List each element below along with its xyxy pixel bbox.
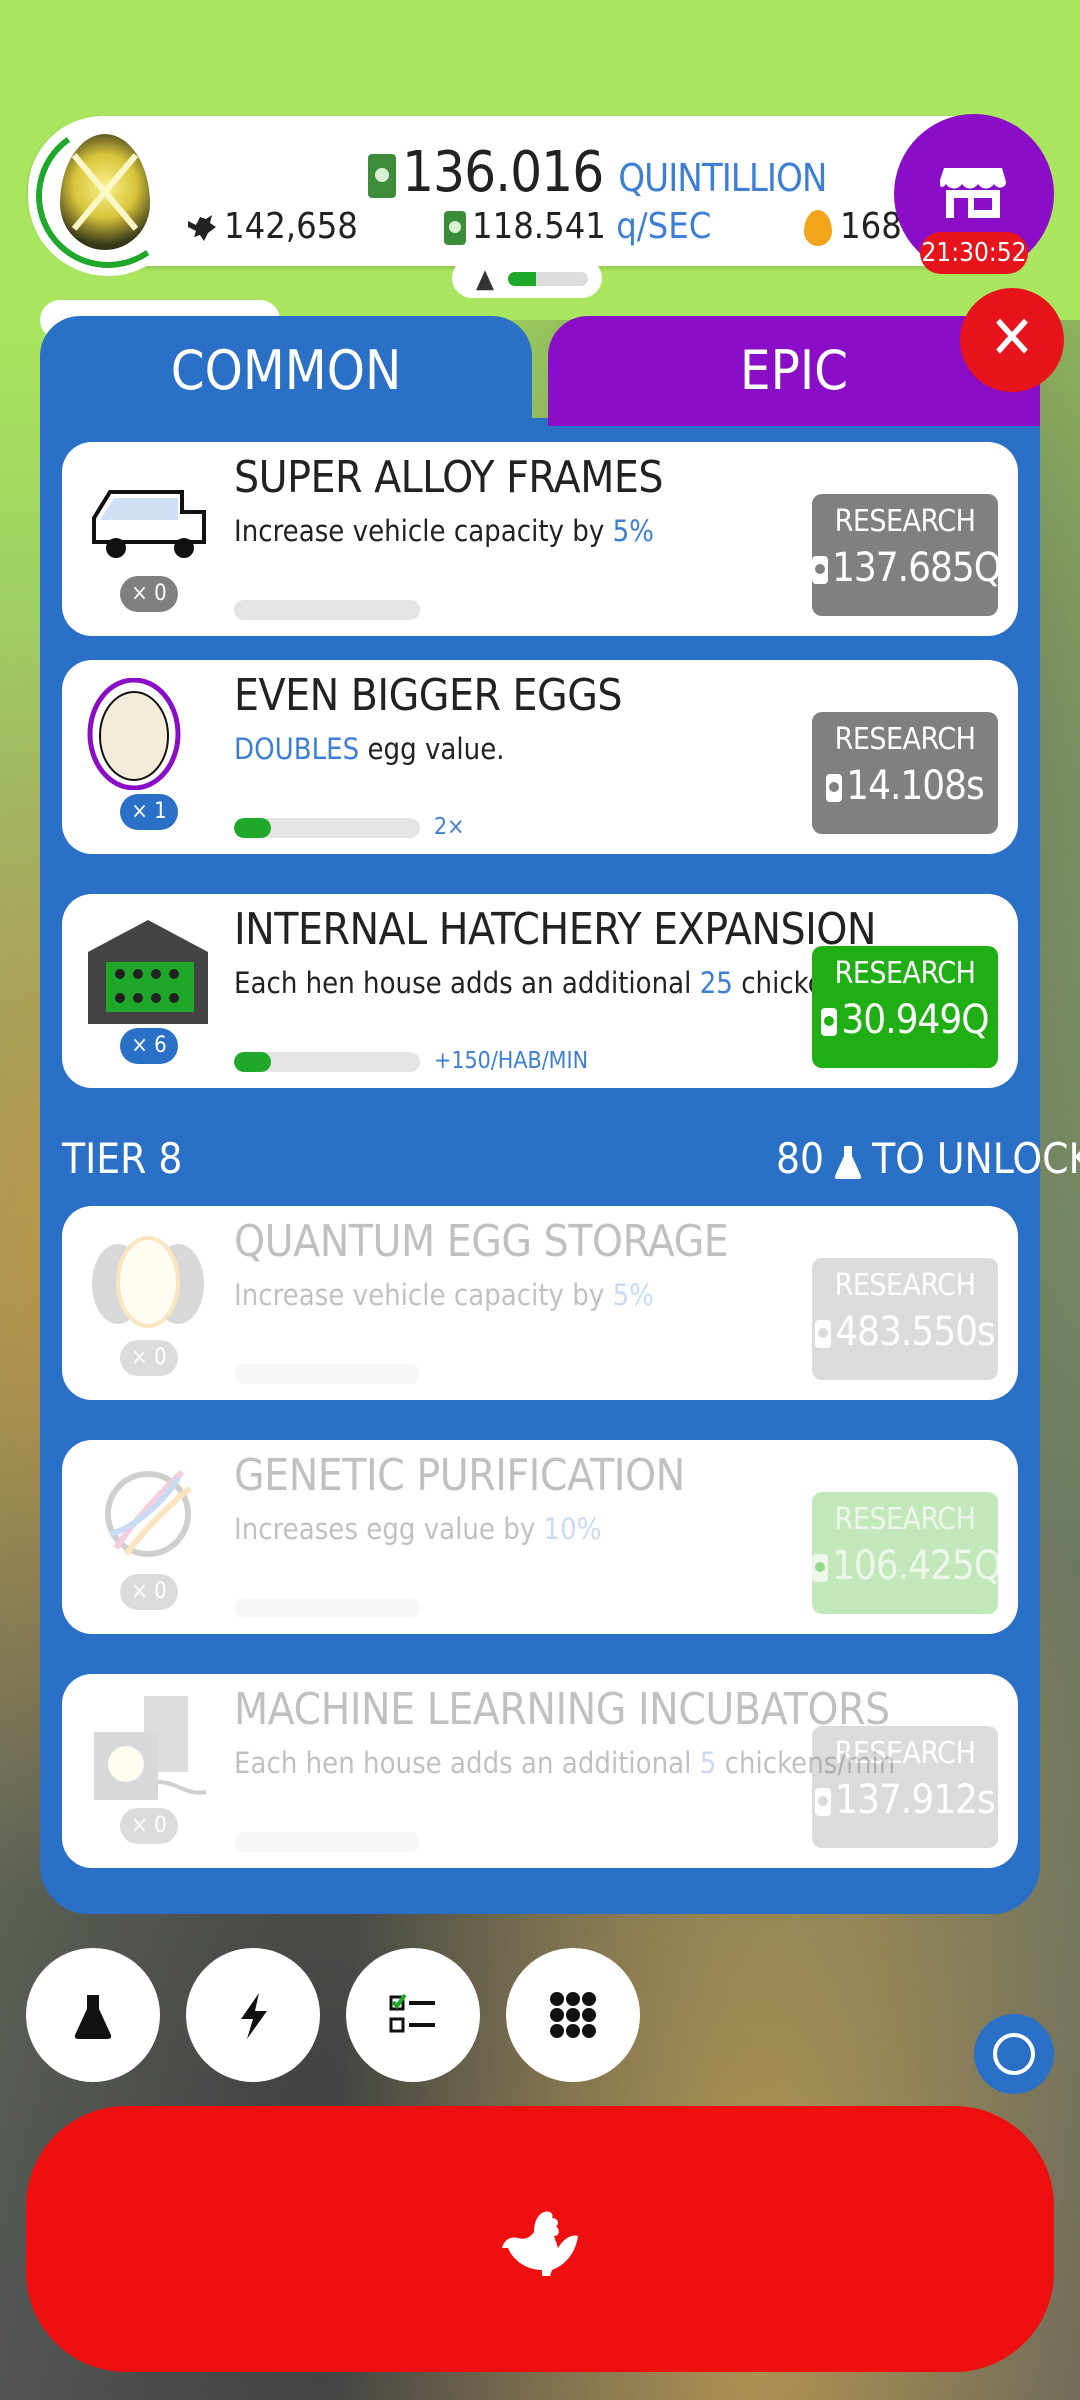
- lightning-icon: [241, 1993, 267, 2039]
- research-desc: Each hen house adds an additional 25 chi…: [234, 966, 912, 1000]
- missions-button[interactable]: [346, 1948, 480, 2082]
- research-progress-bar: [234, 600, 420, 620]
- research-progress-bar: [234, 818, 420, 838]
- chick-progress-track: [508, 272, 588, 286]
- research-progress-bar: [234, 1052, 420, 1072]
- shop-timer: 21:30:52: [920, 232, 1028, 274]
- grid-icon: [550, 1992, 596, 2038]
- research-progress-bar: [234, 1832, 420, 1852]
- research-bonus: +150/HAB/MIN: [434, 1048, 589, 1074]
- research-title: EVEN BIGGER EGGS: [234, 670, 623, 721]
- quantum-egg-icon: [92, 1236, 204, 1328]
- research-desc: Increase vehicle capacity by 5%: [234, 514, 654, 548]
- cash-icon: [812, 556, 828, 584]
- cash-icon: [368, 153, 396, 198]
- tab-common[interactable]: COMMON: [40, 316, 532, 426]
- menu-grid-button[interactable]: [506, 1948, 640, 2082]
- research-button[interactable]: RESEARCH 137.912s: [812, 1726, 998, 1848]
- chick-progress: ▲: [452, 258, 602, 298]
- research-button[interactable]: RESEARCH 483.550s: [812, 1258, 998, 1380]
- research-level-badge: × 1: [120, 794, 178, 830]
- research-progress-fill: [234, 818, 272, 838]
- research-card-super-alloy-frames: SUPER ALLOY FRAMES Increase vehicle capa…: [62, 442, 1018, 636]
- research-card-quantum-egg-storage: QUANTUM EGG STORAGE Increase vehicle cap…: [62, 1206, 1018, 1400]
- cash-icon: [444, 211, 466, 245]
- cash-icon: [812, 1554, 828, 1582]
- research-title: GENETIC PURIFICATION: [234, 1450, 685, 1501]
- flask-icon: [74, 1995, 112, 2039]
- research-button[interactable]: RESEARCH 106.425Q: [812, 1492, 1002, 1614]
- research-cost: 30.949Q: [812, 997, 998, 1043]
- close-icon: ✕: [989, 303, 1035, 373]
- boosts-button[interactable]: [186, 1948, 320, 2082]
- cash-icon: [821, 1008, 838, 1036]
- chicken-count: 142,658: [186, 206, 358, 247]
- cash-icon: [815, 1320, 832, 1348]
- chicken-icon: [502, 2211, 578, 2276]
- egg-icon: [87, 678, 181, 790]
- research-bonus: 2×: [434, 814, 465, 840]
- research-button[interactable]: RESEARCH 30.949Q: [812, 946, 998, 1068]
- research-title: MACHINE LEARNING INCUBATORS: [234, 1684, 890, 1735]
- research-menu-button[interactable]: [26, 1948, 160, 2082]
- money-unit: QUINTILLION: [618, 156, 827, 200]
- chick-progress-fill: [508, 272, 536, 286]
- research-desc: Increases egg value by 10%: [234, 1512, 602, 1546]
- research-cost: 483.550s: [812, 1309, 998, 1355]
- tier-unlock-requirement: 80 TO UNLOCK: [776, 1134, 1080, 1183]
- research-title: INTERNAL HATCHERY EXPANSION: [234, 904, 877, 955]
- hatch-chicken-button[interactable]: [26, 2106, 1054, 2372]
- research-card-machine-learning-incubators: MACHINE LEARNING INCUBATORS Each hen hou…: [62, 1674, 1018, 1868]
- flask-icon: [834, 1145, 862, 1179]
- research-title: SUPER ALLOY FRAMES: [234, 452, 664, 503]
- research-progress-bar: [234, 1364, 420, 1384]
- research-level-badge: × 0: [120, 1808, 178, 1844]
- close-button[interactable]: ✕: [960, 288, 1064, 392]
- research-desc: DOUBLES egg value.: [234, 732, 505, 766]
- golden-egg-count: 168: [804, 206, 902, 247]
- golden-egg-icon: [804, 210, 832, 246]
- research-button[interactable]: RESEARCH 137.685Q: [812, 494, 1002, 616]
- research-desc: Increase vehicle capacity by 5%: [234, 1278, 654, 1312]
- cash-icon: [826, 774, 843, 802]
- checklist-icon: [389, 1993, 435, 2033]
- research-cost: 137.912s: [812, 1777, 998, 1823]
- research-progress-fill: [234, 1052, 272, 1072]
- research-desc: Each hen house adds an additional 5 chic…: [234, 1746, 896, 1780]
- research-cost: 137.685Q: [812, 545, 1002, 591]
- tier-label: TIER 8: [62, 1134, 183, 1183]
- chick-icon: ▲: [476, 264, 494, 294]
- research-progress-bar: [234, 1598, 420, 1618]
- research-level-badge: × 0: [120, 576, 178, 612]
- chicken-icon: [188, 215, 216, 241]
- camera-toggle-button[interactable]: [974, 2014, 1054, 2094]
- cash-icon: [815, 1788, 832, 1816]
- research-cost: 106.425Q: [812, 1543, 1002, 1589]
- money-display: 136.016 QUINTILLION: [368, 140, 827, 205]
- research-title: QUANTUM EGG STORAGE: [234, 1216, 729, 1267]
- research-level-badge: × 0: [120, 1340, 178, 1376]
- research-button[interactable]: RESEARCH 14.108s: [812, 712, 998, 834]
- research-cost: 14.108s: [812, 763, 998, 809]
- hatchery-icon: [88, 920, 208, 1024]
- research-card-even-bigger-eggs: EVEN BIGGER EGGS DOUBLES egg value. × 1 …: [62, 660, 1018, 854]
- truck-icon: [92, 490, 206, 558]
- money-amount: 136.016: [402, 140, 604, 205]
- research-card-genetic-purification: GENETIC PURIFICATION Increases egg value…: [62, 1440, 1018, 1634]
- research-card-internal-hatchery-expansion: INTERNAL HATCHERY EXPANSION Each hen hou…: [62, 894, 1018, 1088]
- incubator-icon: [94, 1696, 207, 1800]
- shop-icon: [940, 168, 1006, 218]
- earning-rate: 118.541 q/SEC: [444, 206, 711, 247]
- research-level-badge: × 0: [120, 1574, 178, 1610]
- research-level-badge: × 6: [120, 1028, 178, 1064]
- dna-icon: [105, 1469, 192, 1557]
